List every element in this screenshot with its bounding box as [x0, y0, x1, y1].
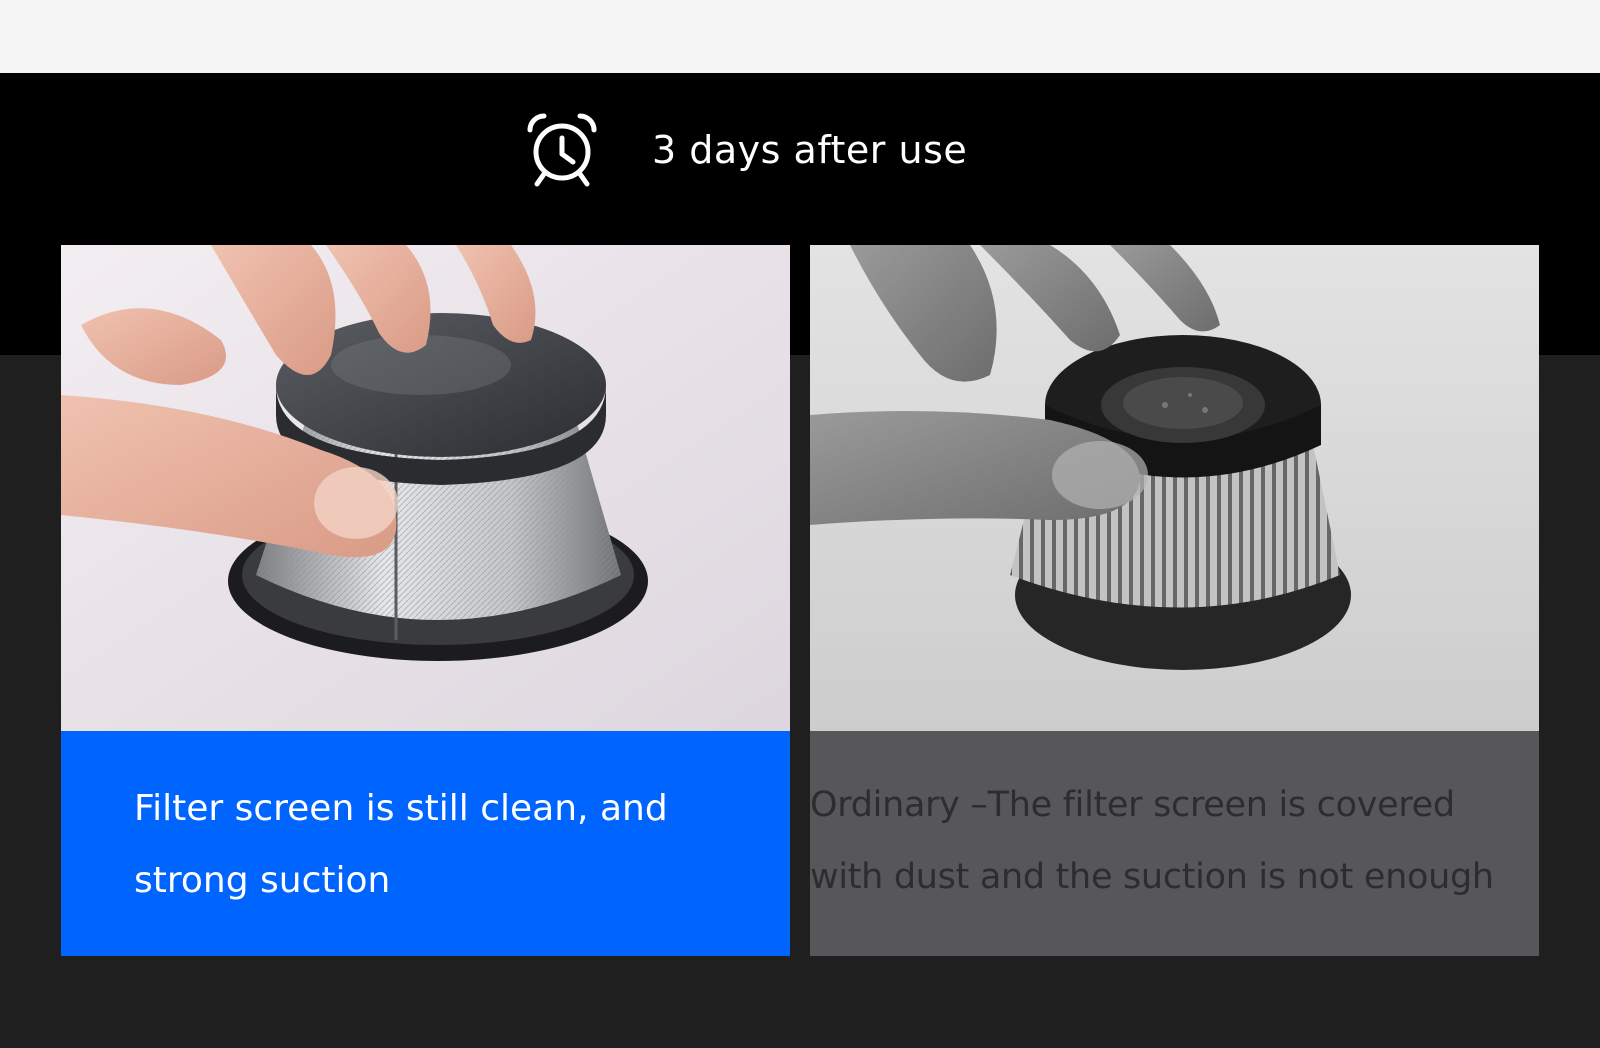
header-title: 3 days after use	[652, 128, 968, 172]
dirty-filter-caption-text: Ordinary –The filter screen is covered w…	[810, 769, 1539, 913]
clean-filter-caption: Filter screen is still clean, and strong…	[61, 731, 790, 956]
dirty-filter-photo	[810, 245, 1539, 731]
clean-filter-caption-text: Filter screen is still clean, and strong…	[134, 773, 734, 917]
alarm-clock-icon	[524, 108, 600, 188]
top-strip	[0, 0, 1600, 73]
clean-caption-line-2: strong suction	[134, 860, 391, 901]
clean-filter-photo	[61, 245, 790, 731]
header: 3 days after use	[0, 100, 1600, 200]
clean-caption-line-1: Filter screen is still clean, and	[134, 788, 668, 829]
clean-filter-card: Filter screen is still clean, and strong…	[61, 245, 790, 956]
dirty-filter-caption: Ordinary –The filter screen is covered w…	[810, 731, 1539, 956]
dirty-caption-line-1: Ordinary –The filter screen is covered	[810, 785, 1455, 825]
dirty-caption-line-2: with dust and the suction is not enough	[810, 857, 1494, 897]
dirty-filter-card: Ordinary –The filter screen is covered w…	[810, 245, 1539, 956]
